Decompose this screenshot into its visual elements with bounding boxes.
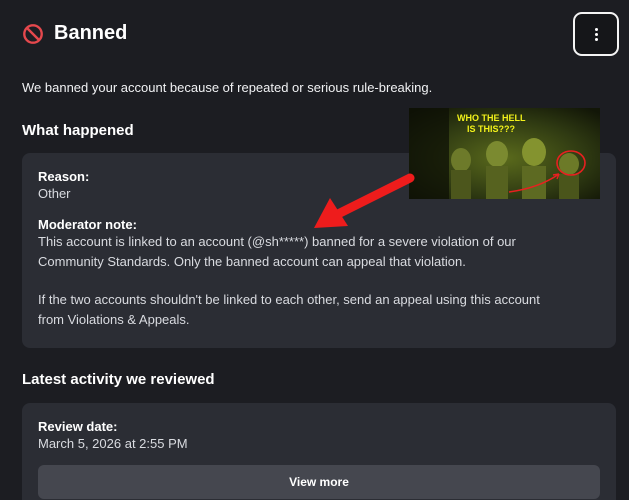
ban-status-page: Banned We banned your account because of… <box>0 0 629 500</box>
page-title: Banned <box>54 22 128 44</box>
red-arrow-annotation <box>314 173 415 228</box>
meme-image: WHO THE HELL IS THIS??? <box>409 108 600 199</box>
ban-icon <box>23 23 43 44</box>
latest-activity-card: Review date: March 5, 2026 at 2:55 PM Vi… <box>22 403 616 500</box>
moderator-note-line: If the two accounts shouldn't be linked … <box>38 292 540 307</box>
latest-activity-heading: Latest activity we reviewed <box>22 371 215 388</box>
reason-label: Reason: <box>38 169 90 184</box>
more-vertical-icon <box>594 27 598 41</box>
more-options-button[interactable] <box>573 12 619 56</box>
view-more-button[interactable]: View more <box>38 465 600 499</box>
moderator-note-line: from Violations & Appeals. <box>38 312 190 327</box>
meme-caption-line1: WHO THE HELL <box>457 113 526 123</box>
moderator-note-line: Community Standards. Only the banned acc… <box>38 254 466 269</box>
review-date-label: Review date: <box>38 419 118 434</box>
review-date-value: March 5, 2026 at 2:55 PM <box>38 436 188 451</box>
page-header: Banned <box>22 22 127 45</box>
what-happened-heading: What happened <box>22 122 134 139</box>
meme-caption-line2: IS THIS??? <box>467 124 515 134</box>
ban-explanation-text: We banned your account because of repeat… <box>22 80 433 95</box>
reason-value: Other <box>38 186 71 201</box>
